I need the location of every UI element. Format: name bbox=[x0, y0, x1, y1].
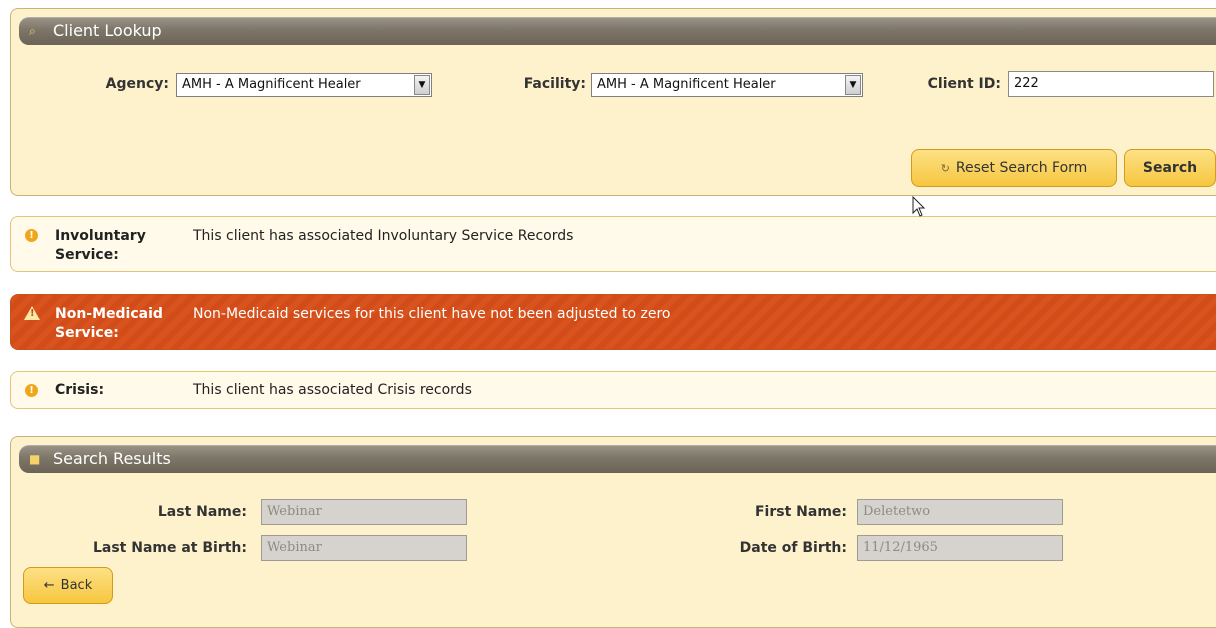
search-results-panel: ■ Search Results Last Name: Webinar Last… bbox=[10, 436, 1216, 628]
first-name-label: First Name: bbox=[754, 504, 847, 520]
last-name-at-birth-label: Last Name at Birth: bbox=[92, 540, 247, 556]
reset-search-form-button[interactable]: ↻ Reset Search Form bbox=[911, 149, 1117, 187]
info-icon: ! bbox=[25, 384, 38, 397]
non-medicaid-label-line1: Non-Medicaid bbox=[55, 306, 163, 322]
search-results-header: ■ Search Results bbox=[19, 445, 1216, 473]
date-of-birth-value: 11/12/1965 bbox=[863, 540, 938, 555]
crisis-notice: ! Crisis: This client has associated Cri… bbox=[10, 371, 1216, 409]
info-icon: ! bbox=[25, 229, 38, 242]
agency-select[interactable]: AMH - A Magnificent Healer ▼ bbox=[176, 73, 432, 97]
client-id-input[interactable]: 222 bbox=[1008, 71, 1214, 97]
agency-select-value: AMH - A Magnificent Healer bbox=[182, 77, 361, 92]
involuntary-label-line2: Service: bbox=[55, 247, 119, 263]
search-icon: ⌕ bbox=[29, 24, 36, 38]
agency-label: Agency: bbox=[105, 76, 169, 92]
non-medicaid-label-line2: Service: bbox=[55, 325, 119, 341]
client-lookup-header: ⌕ Client Lookup bbox=[19, 17, 1216, 45]
search-button[interactable]: Search bbox=[1124, 149, 1216, 187]
search-button-label: Search bbox=[1142, 160, 1198, 176]
client-lookup-title: Client Lookup bbox=[53, 21, 162, 40]
last-name-at-birth-field: Webinar bbox=[261, 535, 467, 561]
search-results-title: Search Results bbox=[53, 449, 171, 468]
facility-label: Facility: bbox=[523, 76, 586, 92]
facility-select[interactable]: AMH - A Magnificent Healer ▼ bbox=[591, 73, 863, 97]
crisis-label: Crisis: bbox=[55, 382, 105, 398]
non-medicaid-warning: ! Non-Medicaid Service: Non-Medicaid ser… bbox=[10, 294, 1216, 350]
involuntary-service-notice: ! Involuntary Service: This client has a… bbox=[10, 216, 1216, 272]
client-id-value: 222 bbox=[1014, 76, 1039, 91]
first-name-value: Deletetwo bbox=[863, 504, 931, 519]
last-name-label: Last Name: bbox=[157, 504, 247, 520]
mouse-cursor-icon bbox=[912, 196, 926, 217]
non-medicaid-text: Non-Medicaid services for this client ha… bbox=[193, 306, 671, 322]
client-lookup-panel: ⌕ Client Lookup Agency: AMH - A Magnific… bbox=[10, 8, 1216, 196]
date-of-birth-label: Date of Birth: bbox=[739, 540, 847, 556]
involuntary-label-line1: Involuntary bbox=[55, 228, 146, 244]
reset-icon: ↻ bbox=[940, 162, 950, 175]
last-name-field: Webinar bbox=[261, 499, 467, 525]
facility-select-value: AMH - A Magnificent Healer bbox=[597, 77, 776, 92]
last-name-value: Webinar bbox=[267, 504, 322, 519]
date-of-birth-field: 11/12/1965 bbox=[857, 535, 1063, 561]
back-arrow-icon: ← bbox=[43, 578, 55, 593]
dropdown-arrow-icon[interactable]: ▼ bbox=[845, 75, 861, 95]
trash-icon: ■ bbox=[29, 452, 41, 466]
dropdown-arrow-icon[interactable]: ▼ bbox=[414, 75, 430, 95]
reset-button-label: Reset Search Form bbox=[955, 160, 1088, 176]
first-name-field: Deletetwo bbox=[857, 499, 1063, 525]
warning-icon: ! bbox=[24, 306, 40, 320]
back-button-label: Back bbox=[60, 578, 93, 593]
involuntary-text: This client has associated Involuntary S… bbox=[193, 228, 574, 244]
client-id-label: Client ID: bbox=[927, 76, 1001, 92]
last-name-at-birth-value: Webinar bbox=[267, 540, 322, 555]
back-button[interactable]: ← Back bbox=[23, 567, 113, 604]
crisis-text: This client has associated Crisis record… bbox=[193, 382, 472, 398]
